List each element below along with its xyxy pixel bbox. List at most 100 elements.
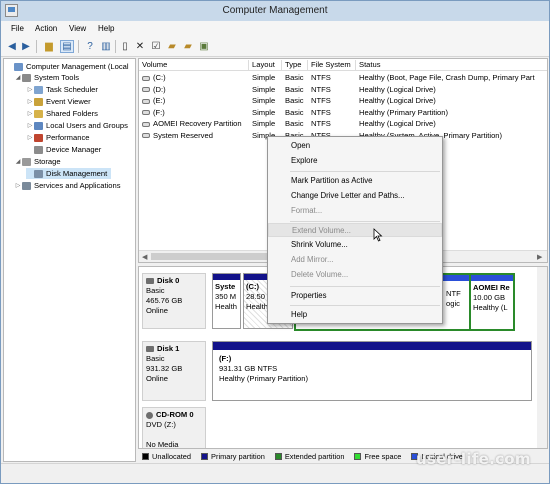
volume-row[interactable]: (E:) Simple Basic NTFS Healthy (Logical Driv… — [139, 96, 547, 107]
partition-size: 350 M — [215, 292, 237, 301]
menu-item-change-drive-letter[interactable]: Change Drive Letter and Paths... — [268, 189, 442, 203]
device-manager-icon — [34, 145, 43, 154]
volume-name: (F:) — [139, 108, 249, 119]
partition-status: Healthy (L — [473, 303, 508, 312]
checklist-icon[interactable]: ☑ — [149, 40, 163, 53]
volume-type: Basic — [282, 73, 308, 84]
volume-row[interactable]: (F:) Simple Basic NTFS Healthy (Primary Part… — [139, 108, 547, 119]
collapsed-arrow-icon[interactable]: ▷ — [26, 122, 34, 129]
legend-label: Unallocated — [152, 451, 192, 461]
volume-name-text: System Reserved — [153, 130, 213, 140]
collapsed-arrow-icon[interactable]: ▷ — [26, 98, 34, 105]
show-hide-tree-icon[interactable]: ▤ — [60, 40, 74, 53]
volume-icon — [142, 87, 150, 92]
up-folder-icon[interactable]: ▆ — [42, 40, 56, 53]
computer-icon — [14, 62, 23, 71]
partition-aomei-recovery[interactable]: AOMEI Re 10.00 GB Healthy (L — [469, 273, 515, 331]
volume-name: AOMEI Recovery Partition — [139, 119, 249, 130]
volume-icon — [142, 98, 150, 104]
collapsed-arrow-icon[interactable]: ▷ — [26, 134, 34, 141]
scroll-right-icon[interactable]: ▶ — [537, 253, 542, 261]
volume-file-system: NTFS — [308, 119, 356, 130]
menu-item-open[interactable]: Open — [268, 139, 442, 153]
navigation-tree: Computer Management (Local ◢ System Tool… — [3, 58, 136, 462]
properties-icon[interactable]: ▯ — [118, 40, 132, 53]
column-header-file-system[interactable]: File System — [308, 60, 356, 70]
menu-item-explore[interactable]: Explore — [268, 154, 442, 168]
vertical-scrollbar[interactable] — [537, 267, 547, 448]
menu-help[interactable]: Help — [98, 24, 114, 33]
disk-0-label[interactable]: Disk 0 Basic 465.76 GB Online — [142, 273, 206, 329]
menu-item-mark-active[interactable]: Mark Partition as Active — [268, 174, 442, 188]
partition-name: (F:) — [219, 354, 232, 363]
collapsed-arrow-icon[interactable]: ▷ — [14, 182, 22, 189]
volume-status-text: Healthy (Boot, Page File, Crash Dump, Pr… — [359, 73, 535, 82]
primary-partition-bar — [213, 342, 531, 350]
delete-icon[interactable]: ✕ — [133, 40, 147, 53]
column-header-volume[interactable]: Volume — [139, 60, 249, 70]
menu-item-extend-volume[interactable]: Extend Volume... — [268, 223, 442, 237]
tools-icon — [22, 73, 31, 82]
tree-item-computer-management[interactable]: Computer Management (Local — [6, 61, 129, 72]
expanded-arrow-icon[interactable]: ◢ — [14, 74, 22, 81]
volume-icon — [142, 110, 150, 115]
partition-f[interactable]: (F:) 931.31 GB NTFS Healthy (Primary Par… — [212, 341, 532, 401]
column-header-status[interactable]: Status — [356, 60, 547, 70]
partition-system-reserved[interactable]: Syste 350 M Health — [212, 273, 241, 329]
expanded-arrow-icon[interactable]: ◢ — [14, 158, 22, 165]
volume-file-system-text: NTFS — [311, 119, 331, 128]
legend-label: Free space — [364, 451, 402, 461]
tree-item-storage[interactable]: ◢ Storage — [14, 156, 61, 167]
export-folder-icon[interactable]: ▰ — [181, 40, 195, 53]
scroll-left-icon[interactable]: ◀ — [142, 253, 147, 261]
tree-item-device-manager[interactable]: Device Manager — [26, 144, 101, 155]
menu-view[interactable]: View — [69, 24, 86, 33]
volume-file-system: NTFS — [308, 96, 356, 107]
volume-file-system: NTFS — [308, 85, 356, 96]
volume-file-system-text: NTFS — [311, 96, 331, 105]
legend-swatch — [201, 452, 209, 460]
menu-item-properties[interactable]: Properties — [268, 289, 442, 303]
toolbar-separator — [78, 40, 79, 53]
help-icon[interactable]: ? — [83, 40, 97, 53]
title-bar[interactable]: Computer Management — [1, 1, 549, 21]
menu-separator — [290, 171, 440, 172]
legend-swatch — [354, 452, 362, 460]
mouse-cursor-icon — [373, 228, 383, 242]
volume-status: Healthy (Primary Partition) — [356, 108, 547, 119]
legend-label: Extended partition — [284, 451, 345, 461]
tree-item-system-tools[interactable]: ◢ System Tools — [14, 72, 79, 83]
volume-row[interactable]: AOMEI Recovery Partition Simple Basic NTFS H… — [139, 119, 547, 130]
tree-item-task-scheduler[interactable]: ▷ Task Scheduler — [26, 84, 98, 95]
volume-row[interactable]: (C:) Simple Basic NTFS Healthy (Boot, Page F… — [139, 73, 547, 84]
column-header-type[interactable]: Type — [282, 60, 308, 70]
options-icon[interactable]: ▣ — [197, 40, 211, 53]
menu-item-help[interactable]: Help — [268, 308, 442, 322]
back-icon[interactable]: ◀ — [5, 40, 19, 53]
tree-item-local-users-groups[interactable]: ▷ Local Users and Groups — [26, 120, 128, 131]
partition-size: 10.00 GB — [473, 293, 506, 302]
column-header-layout[interactable]: Layout — [249, 60, 282, 70]
collapsed-arrow-icon[interactable]: ▷ — [26, 110, 34, 117]
tree-item-label: Device Manager — [46, 145, 102, 154]
volume-list-header: Volume Layout Type File System Status — [139, 59, 547, 71]
disk-1-label[interactable]: Disk 1 Basic 931.32 GB Online — [142, 341, 206, 401]
tree-item-performance[interactable]: ▷ Performance — [26, 132, 90, 143]
tree-item-disk-management[interactable]: Disk Management — [26, 168, 112, 179]
tree-item-shared-folders[interactable]: ▷ Shared Folders — [26, 108, 98, 119]
forward-icon[interactable]: ▶ — [19, 40, 33, 53]
volume-row[interactable]: (D:) Simple Basic NTFS Healthy (Logical Driv… — [139, 85, 547, 96]
collapsed-arrow-icon[interactable]: ▷ — [26, 86, 34, 93]
volume-layout-text: Simple — [252, 107, 276, 117]
volume-icon — [142, 133, 150, 138]
menu-file[interactable]: File — [11, 24, 24, 33]
volume-file-system-text: NTFS — [311, 73, 331, 82]
menu-item-format: Format... — [291, 206, 323, 215]
tree-item-event-viewer[interactable]: ▷ Event Viewer — [26, 96, 91, 107]
tree-item-services-applications[interactable]: ▷ Services and Applications — [14, 180, 121, 191]
cdrom-0-label[interactable]: CD-ROM 0 DVD (Z:) No Media — [142, 407, 206, 448]
menu-item-shrink-volume[interactable]: Shrink Volume... — [268, 238, 442, 252]
console-icon[interactable]: ▥ — [99, 40, 113, 53]
menu-action[interactable]: Action — [35, 24, 57, 33]
open-folder-icon[interactable]: ▰ — [165, 40, 179, 53]
